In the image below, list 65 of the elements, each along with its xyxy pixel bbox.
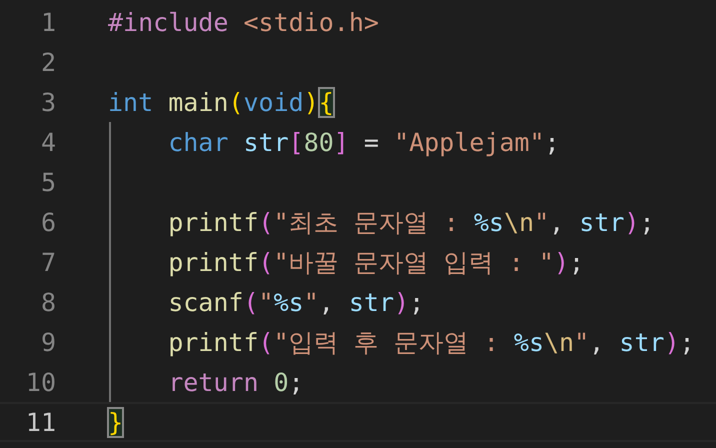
code-token: 80 <box>304 128 334 156</box>
code-token: %s <box>514 328 544 356</box>
code-token: str <box>348 288 394 316</box>
code-token: ) <box>664 328 680 356</box>
code-token: ) <box>624 208 640 236</box>
code-token: , <box>589 328 606 356</box>
code-token: ) <box>304 88 319 116</box>
code-token: \n <box>544 328 574 356</box>
code-token: str <box>243 128 289 156</box>
code-token: ] <box>334 128 349 156</box>
code-token: " <box>304 288 319 316</box>
code-token: ; <box>680 328 695 356</box>
code-token: main <box>168 88 228 116</box>
code-token: ( <box>258 208 274 236</box>
code-token: void <box>244 88 304 116</box>
code-token: "바꿀 문자열 입력 : " <box>274 246 554 278</box>
code-token: #include <box>108 8 230 36</box>
code-token: str <box>579 208 624 236</box>
code-token: ) <box>554 248 569 276</box>
code-token: printf <box>167 208 259 236</box>
code-token: \n <box>504 208 534 236</box>
code-token: "Applejam" <box>394 128 545 156</box>
code-token: ; <box>288 368 304 396</box>
code-token: 0 <box>274 368 289 396</box>
code-token: printf <box>167 248 259 276</box>
code-token: char <box>167 128 230 156</box>
code-token: , <box>549 208 566 236</box>
code-token: ( <box>258 328 274 356</box>
code-token: ; <box>569 248 584 276</box>
code-token: " <box>534 208 550 236</box>
code-token: " <box>258 288 274 316</box>
code-token: "입력 후 문자열 : <box>274 326 500 358</box>
code-token: ; <box>544 128 560 156</box>
code-token: str <box>619 328 664 356</box>
line-number: 9 <box>40 328 56 356</box>
line-number: 1 <box>40 8 56 36</box>
line-number: 2 <box>40 48 56 76</box>
matched-bracket: } <box>108 408 124 436</box>
code-token: ( <box>228 88 244 116</box>
code-token: <stdio.h> <box>243 8 379 36</box>
line-number: 10 <box>24 368 56 396</box>
code-token: = <box>362 128 380 156</box>
code-token: ( <box>258 248 274 276</box>
code-token: " <box>574 328 590 356</box>
line-number: 11 <box>24 408 56 436</box>
code-token: ; <box>639 208 655 236</box>
code-token: , <box>318 288 335 316</box>
code-token: ) <box>394 288 410 316</box>
line-number: 3 <box>40 88 56 116</box>
code-token: "최초 문자열 : <box>274 206 460 238</box>
code-token: scanf <box>167 288 244 316</box>
line-number: 8 <box>40 288 56 316</box>
code-token: return <box>167 368 260 396</box>
matched-bracket: { <box>318 88 334 116</box>
line-number: 4 <box>40 128 56 156</box>
line-number: 7 <box>40 248 56 276</box>
code-token: int <box>108 88 154 116</box>
code-token: [ <box>288 128 304 156</box>
code-token: %s <box>274 288 304 316</box>
line-number: 6 <box>40 208 56 236</box>
code-token: ; <box>409 288 424 316</box>
code-token: printf <box>167 328 259 356</box>
code-token: ( <box>243 288 259 316</box>
line-number: 5 <box>40 168 56 196</box>
code-token: %s <box>474 208 504 236</box>
